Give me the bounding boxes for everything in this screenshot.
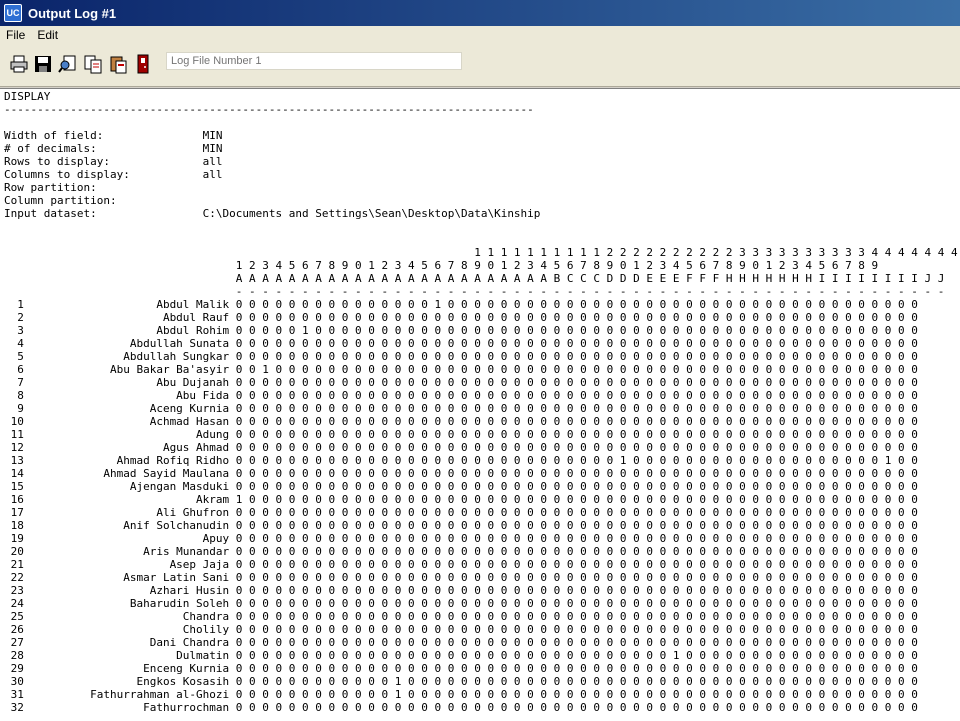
save-icon xyxy=(35,56,51,72)
table-row: 19 Apuy 0 0 0 0 0 0 0 0 0 0 0 0 0 0 0 0 … xyxy=(10,532,918,545)
table-row: 1 Abdul Malik 0 0 0 0 0 0 0 0 0 0 0 0 0 … xyxy=(17,298,918,311)
table-row: 6 Abu Bakar Ba'asyir 0 0 1 0 0 0 0 0 0 0… xyxy=(17,363,918,376)
table-row: 18 Anif Solchanudin 0 0 0 0 0 0 0 0 0 0 … xyxy=(10,519,918,532)
print-button[interactable] xyxy=(8,53,30,75)
table-row: 5 Abdullah Sungkar 0 0 0 0 0 0 0 0 0 0 0… xyxy=(17,350,918,363)
log-col-header-ones: 1 2 3 4 5 6 7 8 9 0 1 2 3 4 5 6 7 8 9 0 … xyxy=(235,259,879,272)
table-row: 12 Agus Ahmad 0 0 0 0 0 0 0 0 0 0 0 0 0 … xyxy=(10,441,918,454)
table-row: 25 Chandra 0 0 0 0 0 0 0 0 0 0 0 0 0 0 0… xyxy=(10,610,918,623)
paste-button[interactable] xyxy=(107,53,129,75)
log-setting: Rows to display: all xyxy=(4,155,223,168)
table-row: 26 Cholily 0 0 0 0 0 0 0 0 0 0 0 0 0 0 0… xyxy=(10,623,918,636)
paste-icon xyxy=(110,56,127,74)
log-file-number-input[interactable] xyxy=(166,52,462,70)
copy-icon xyxy=(84,55,102,74)
log-setting: # of decimals: MIN xyxy=(4,142,223,155)
log-setting: Input dataset: C:\Documents and Settings… xyxy=(4,207,541,220)
table-row: 32 Fathurrochman 0 0 0 0 0 0 0 0 0 0 0 0… xyxy=(10,701,918,714)
output-log-area[interactable]: DISPLAY --------------------------------… xyxy=(0,88,960,721)
table-row: 2 Abdul Rauf 0 0 0 0 0 0 0 0 0 0 0 0 0 0… xyxy=(17,311,918,324)
window-title: Output Log #1 xyxy=(28,5,117,21)
log-col-rule: - - - - - - - - - - - - - - - - - - - - … xyxy=(235,285,945,298)
table-row: 11 Adung 0 0 0 0 0 0 0 0 0 0 0 0 0 0 0 0… xyxy=(10,428,918,441)
print-icon xyxy=(10,55,28,73)
log-col-header-letters: A A A A A A A A A A A A A A A A A A A A … xyxy=(235,272,945,285)
log-text: DISPLAY --------------------------------… xyxy=(0,89,960,715)
table-row: 9 Aceng Kurnia 0 0 0 0 0 0 0 0 0 0 0 0 0… xyxy=(17,402,918,415)
title-bar: UC Output Log #1 xyxy=(0,0,960,26)
menu-edit[interactable]: Edit xyxy=(31,28,64,42)
log-rule: ----------------------------------------… xyxy=(4,103,534,116)
table-row: 3 Abdul Rohim 0 0 0 0 0 1 0 0 0 0 0 0 0 … xyxy=(17,324,918,337)
table-row: 7 Abu Dujanah 0 0 0 0 0 0 0 0 0 0 0 0 0 … xyxy=(17,376,918,389)
find-button[interactable] xyxy=(57,53,79,75)
save-button[interactable] xyxy=(32,53,54,75)
log-setting: Row partition: xyxy=(4,181,97,194)
table-row: 29 Enceng Kurnia 0 0 0 0 0 0 0 0 0 0 0 0… xyxy=(10,662,918,675)
menu-bar: File Edit xyxy=(0,26,960,44)
table-row: 30 Engkos Kosasih 0 0 0 0 0 0 0 0 0 0 0 … xyxy=(10,675,918,688)
exit-icon xyxy=(137,54,149,74)
log-setting: Width of field: MIN xyxy=(4,129,223,142)
copy-button[interactable] xyxy=(82,53,104,75)
table-row: 4 Abdullah Sunata 0 0 0 0 0 0 0 0 0 0 0 … xyxy=(17,337,918,350)
table-row: 24 Baharudin Soleh 0 0 0 0 0 0 0 0 0 0 0… xyxy=(10,597,918,610)
exit-button[interactable] xyxy=(132,53,154,75)
log-setting: Columns to display: all xyxy=(4,168,223,181)
table-row: 31 Fathurrahman al-Ghozi 0 0 0 0 0 0 0 0… xyxy=(10,688,918,701)
toolbar xyxy=(0,44,960,87)
table-row: 15 Ajengan Masduki 0 0 0 0 0 0 0 0 0 0 0… xyxy=(10,480,918,493)
table-row: 28 Dulmatin 0 0 0 0 0 0 0 0 0 0 0 0 0 0 … xyxy=(10,649,918,662)
log-col-header-tens: 1 1 1 1 1 1 1 1 1 1 2 2 2 2 2 2 2 2 2 2 … xyxy=(474,246,958,259)
log-setting: Column partition: xyxy=(4,194,117,207)
log-header: DISPLAY xyxy=(4,90,51,103)
table-row: 22 Asmar Latin Sani 0 0 0 0 0 0 0 0 0 0 … xyxy=(10,571,918,584)
table-row: 23 Azhari Husin 0 0 0 0 0 0 0 0 0 0 0 0 … xyxy=(10,584,918,597)
menu-file[interactable]: File xyxy=(0,28,31,42)
table-row: 21 Asep Jaja 0 0 0 0 0 0 0 0 0 0 0 0 0 0… xyxy=(10,558,918,571)
table-row: 14 Ahmad Sayid Maulana 0 0 0 0 0 0 0 0 0… xyxy=(10,467,918,480)
table-row: 17 Ali Ghufron 0 0 0 0 0 0 0 0 0 0 0 0 0… xyxy=(10,506,918,519)
app-icon: UC xyxy=(4,4,22,22)
table-row: 16 Akram 1 0 0 0 0 0 0 0 0 0 0 0 0 0 0 0… xyxy=(10,493,918,506)
table-row: 8 Abu Fida 0 0 0 0 0 0 0 0 0 0 0 0 0 0 0… xyxy=(17,389,918,402)
table-row: 27 Dani Chandra 0 0 0 0 0 0 0 0 0 0 0 0 … xyxy=(10,636,918,649)
table-row: 20 Aris Munandar 0 0 0 0 0 0 0 0 0 0 0 0… xyxy=(10,545,918,558)
table-row: 13 Ahmad Rofiq Ridho 0 0 0 0 0 0 0 0 0 0… xyxy=(10,454,918,467)
find-icon xyxy=(58,55,76,73)
table-row: 10 Achmad Hasan 0 0 0 0 0 0 0 0 0 0 0 0 … xyxy=(10,415,918,428)
